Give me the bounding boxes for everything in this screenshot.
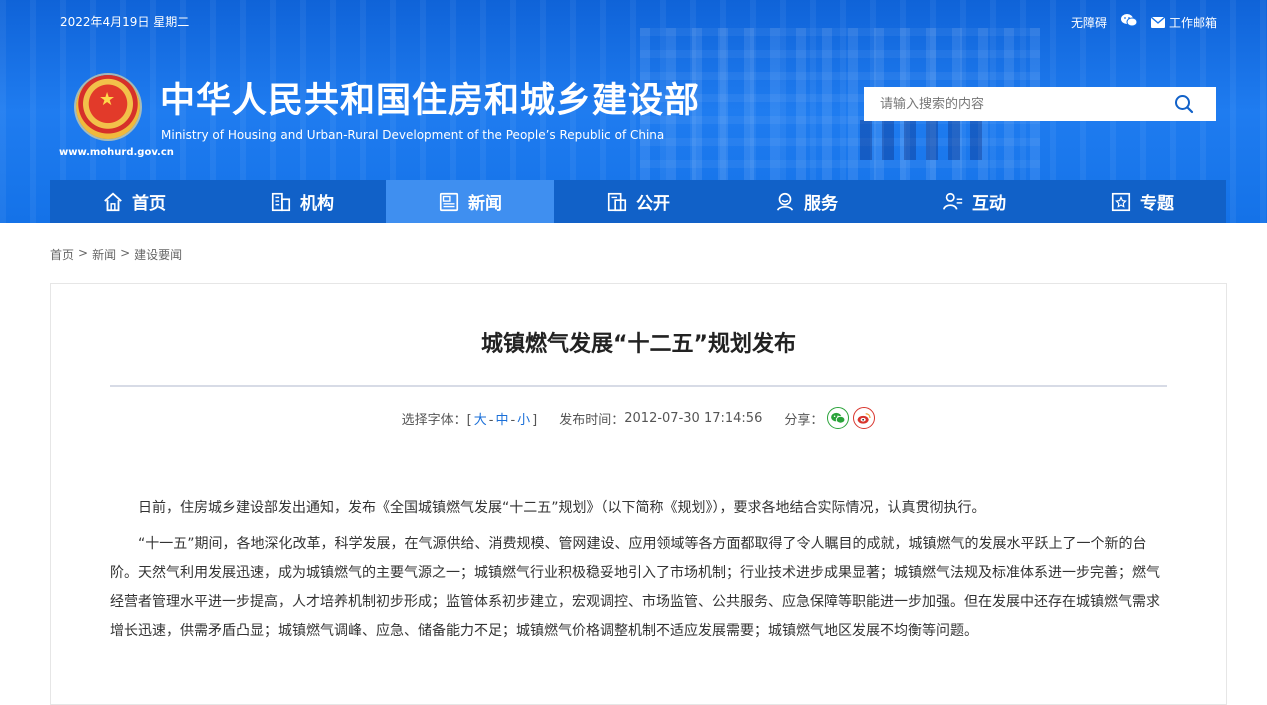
search-icon — [1175, 95, 1194, 114]
article-container: 城镇燃气发展“十二五”规划发布 选择字体：[大 - 中 - 小] 发布时间： 2012-… — [50, 283, 1227, 705]
article-meta: 选择字体：[大 - 中 - 小] 发布时间： 2012-07-30 17:14:56 分… — [51, 407, 1226, 429]
article-title: 城镇燃气发展“十二五”规划发布 — [481, 332, 796, 357]
article-paragraph: “十一五”期间，各地深化改革，科学发展，在气源供给、消费规模、管网建设、应用领域… — [110, 536, 1160, 639]
header-background-windows — [860, 120, 990, 160]
wechat-icon[interactable] — [1120, 13, 1138, 31]
nav-item-label: 公开 — [636, 194, 670, 214]
accessibility-link[interactable]: 无障碍 — [1071, 14, 1107, 31]
share-label: 分享： — [784, 412, 824, 428]
search-box — [864, 87, 1216, 121]
news-icon — [439, 192, 459, 211]
share-wechat-button[interactable] — [827, 407, 850, 429]
font-size-label: 选择字体：[ — [401, 412, 472, 428]
font-size-selector: 选择字体：[大 - 中 - 小] — [402, 409, 538, 428]
main-nav: 首页 机构 新闻 公开 服务 互动 专题 — [50, 180, 1226, 223]
nav-item-organization[interactable]: 机构 — [218, 180, 386, 223]
nav-item-label: 互动 — [972, 194, 1006, 214]
site-name[interactable]: 中华人民共和国住房和城乡建设部 — [160, 80, 700, 122]
font-size-close: ] — [532, 412, 538, 428]
nav-item-label: 专题 — [1140, 194, 1174, 214]
work-mail-link[interactable]: 工作邮箱 — [1150, 14, 1217, 31]
work-mail-label: 工作邮箱 — [1168, 15, 1217, 30]
font-size-small[interactable]: 小 — [517, 413, 530, 428]
nav-item-service[interactable]: 服务 — [722, 180, 890, 223]
search-button[interactable] — [1174, 94, 1194, 114]
nav-item-home[interactable]: 首页 — [50, 180, 218, 223]
national-emblem-logo[interactable]: ★ — [76, 75, 140, 139]
disclosure-icon — [607, 192, 627, 211]
publish-time: 2012-07-30 17:14:56 — [624, 410, 763, 426]
home-icon — [104, 192, 122, 211]
site-url: www.mohurd.gov.cn — [59, 147, 174, 158]
breadcrumb-home[interactable]: 首页 — [50, 246, 74, 263]
nav-item-news[interactable]: 新闻 — [386, 180, 554, 223]
nav-item-interaction[interactable]: 互动 — [890, 180, 1058, 223]
article-body: 日前，住房城乡建设部发出通知，发布《全国城镇燃气发展“十二五”规划》（以下简称《… — [110, 494, 1167, 653]
mail-icon — [1150, 16, 1165, 28]
current-date: 2022年4月19日 星期二 — [60, 15, 190, 29]
font-size-separator: - — [510, 412, 516, 428]
font-size-large[interactable]: 大 — [474, 413, 487, 428]
nav-item-topic[interactable]: 专题 — [1058, 180, 1226, 223]
breadcrumb-separator: > — [78, 246, 89, 260]
nav-item-label: 新闻 — [468, 194, 502, 214]
nav-item-label: 服务 — [804, 194, 838, 214]
service-icon — [776, 192, 794, 211]
weibo-icon — [857, 413, 871, 424]
nav-item-label: 机构 — [300, 194, 334, 214]
share-section: 分享： — [784, 407, 876, 429]
title-divider — [110, 385, 1167, 387]
interact-icon — [943, 192, 963, 210]
breadcrumb: 首页 > 新闻 > 建设要闻 — [50, 246, 182, 263]
article-paragraph: 日前，住房城乡建设部发出通知，发布《全国城镇燃气发展“十二五”规划》（以下简称《… — [138, 500, 986, 516]
font-size-medium[interactable]: 中 — [495, 413, 508, 428]
nav-item-label: 首页 — [132, 194, 166, 214]
breadcrumb-separator: > — [120, 246, 131, 260]
breadcrumb-construction-news[interactable]: 建设要闻 — [134, 246, 182, 263]
site-name-english: Ministry of Housing and Urban-Rural Deve… — [161, 128, 665, 142]
breadcrumb-news[interactable]: 新闻 — [92, 246, 116, 263]
topbar-links: 无障碍 工作邮箱 — [1071, 13, 1217, 31]
topic-icon — [1111, 192, 1131, 211]
search-input[interactable] — [864, 87, 1180, 121]
font-size-separator: - — [488, 412, 494, 428]
share-weibo-button[interactable] — [853, 407, 876, 429]
building-icon — [271, 192, 291, 211]
wechat-icon — [831, 412, 846, 424]
nav-item-disclosure[interactable]: 公开 — [554, 180, 722, 223]
publish-time-label: 发布时间： — [559, 412, 625, 428]
site-header: 2022年4月19日 星期二 无障碍 工作邮箱 ★ www.mohurd.gov… — [0, 0, 1267, 223]
emblem-star-icon: ★ — [99, 89, 116, 110]
